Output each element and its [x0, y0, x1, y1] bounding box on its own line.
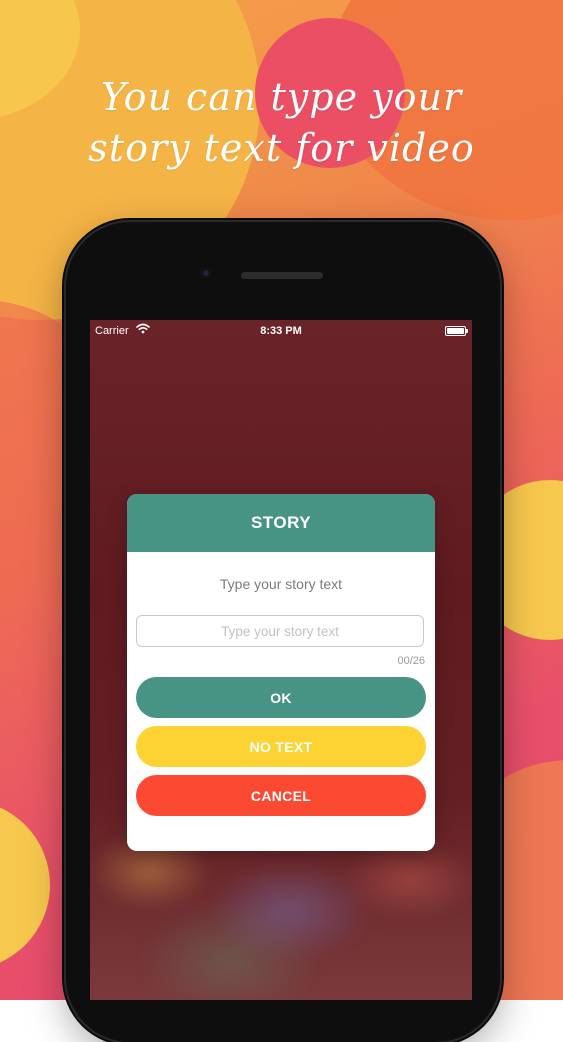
battery-icon — [445, 326, 468, 336]
background-blob — [0, 800, 50, 970]
front-camera — [200, 267, 212, 279]
story-dialog: STORY Type your story text 00/26 OK NO T… — [127, 494, 435, 851]
headline: You can type your story text for video — [0, 72, 563, 174]
dialog-title: STORY — [250, 513, 312, 532]
dialog-subtitle: Type your story text — [219, 576, 343, 592]
story-text-input[interactable] — [136, 615, 424, 647]
ok-button[interactable]: OK — [136, 677, 426, 718]
character-counter: 00/26 — [397, 655, 425, 667]
no-text-button[interactable]: NO TEXT — [136, 726, 426, 767]
headline-line-2: story text for video — [88, 126, 475, 170]
status-time: 8:33 PM — [260, 325, 302, 337]
status-bar: Carrier 8:33 PM — [90, 320, 472, 342]
cancel-button[interactable]: CANCEL — [136, 775, 426, 816]
dialog-header: STORY — [127, 494, 435, 552]
earpiece-speaker — [241, 272, 323, 279]
headline-line-1: You can type your — [100, 75, 463, 119]
